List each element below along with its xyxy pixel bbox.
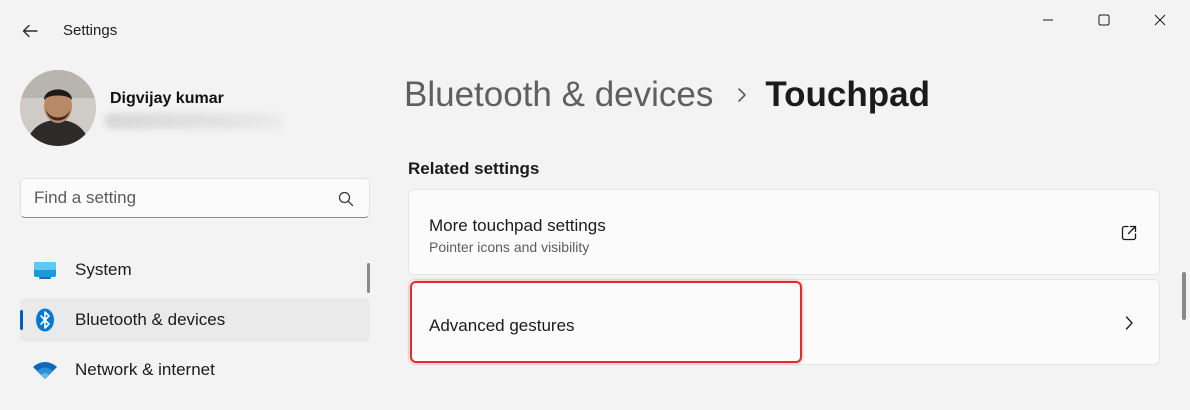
close-button[interactable] [1132,0,1188,40]
breadcrumb: Bluetooth & devices Touchpad [404,72,930,118]
card-title: Advanced gestures [429,316,575,335]
breadcrumb-parent[interactable]: Bluetooth & devices [404,75,713,115]
section-title: Related settings [408,159,540,178]
wifi-icon [32,358,58,382]
minimize-button[interactable] [1020,0,1076,40]
maximize-icon [1098,14,1110,26]
external-link-icon [1119,223,1139,243]
main-scrollbar[interactable] [1182,272,1186,320]
sidebar-item-system[interactable]: System [20,248,370,292]
user-photo-icon [20,70,96,146]
close-icon [1154,14,1166,26]
more-touchpad-settings-card[interactable]: More touchpad settings Pointer icons and… [408,189,1160,275]
search-input[interactable] [21,179,321,217]
back-button[interactable] [12,16,48,46]
card-title: More touchpad settings [429,216,606,235]
profile-name: Digvijay kumar [110,90,224,107]
profile-email-redacted [104,113,284,129]
page-title: Touchpad [765,75,930,114]
sidebar-item-network-internet[interactable]: Network & internet [20,348,370,392]
bluetooth-icon [32,308,58,332]
card-subtitle: Pointer icons and visibility [429,239,590,255]
minimize-icon [1043,19,1053,21]
sidebar-item-label: System [75,260,132,279]
back-arrow-icon [22,24,38,38]
sidebar-item-label: Bluetooth & devices [75,310,226,329]
active-indicator [20,310,23,330]
sidebar-item-bluetooth-devices[interactable]: Bluetooth & devices [20,298,370,342]
avatar[interactable] [20,70,96,146]
maximize-button[interactable] [1076,0,1132,40]
sidebar-item-label: Network & internet [75,360,215,379]
search-box[interactable] [20,178,370,218]
sidebar-scrollbar[interactable] [367,263,370,293]
title-bar: Settings [0,0,1190,60]
chevron-right-icon [737,87,747,103]
app-title: Settings [63,22,118,39]
advanced-gestures-card[interactable]: Advanced gestures [408,279,1160,365]
monitor-icon [32,258,58,282]
chevron-right-icon [1119,313,1139,333]
search-icon[interactable] [337,190,355,208]
